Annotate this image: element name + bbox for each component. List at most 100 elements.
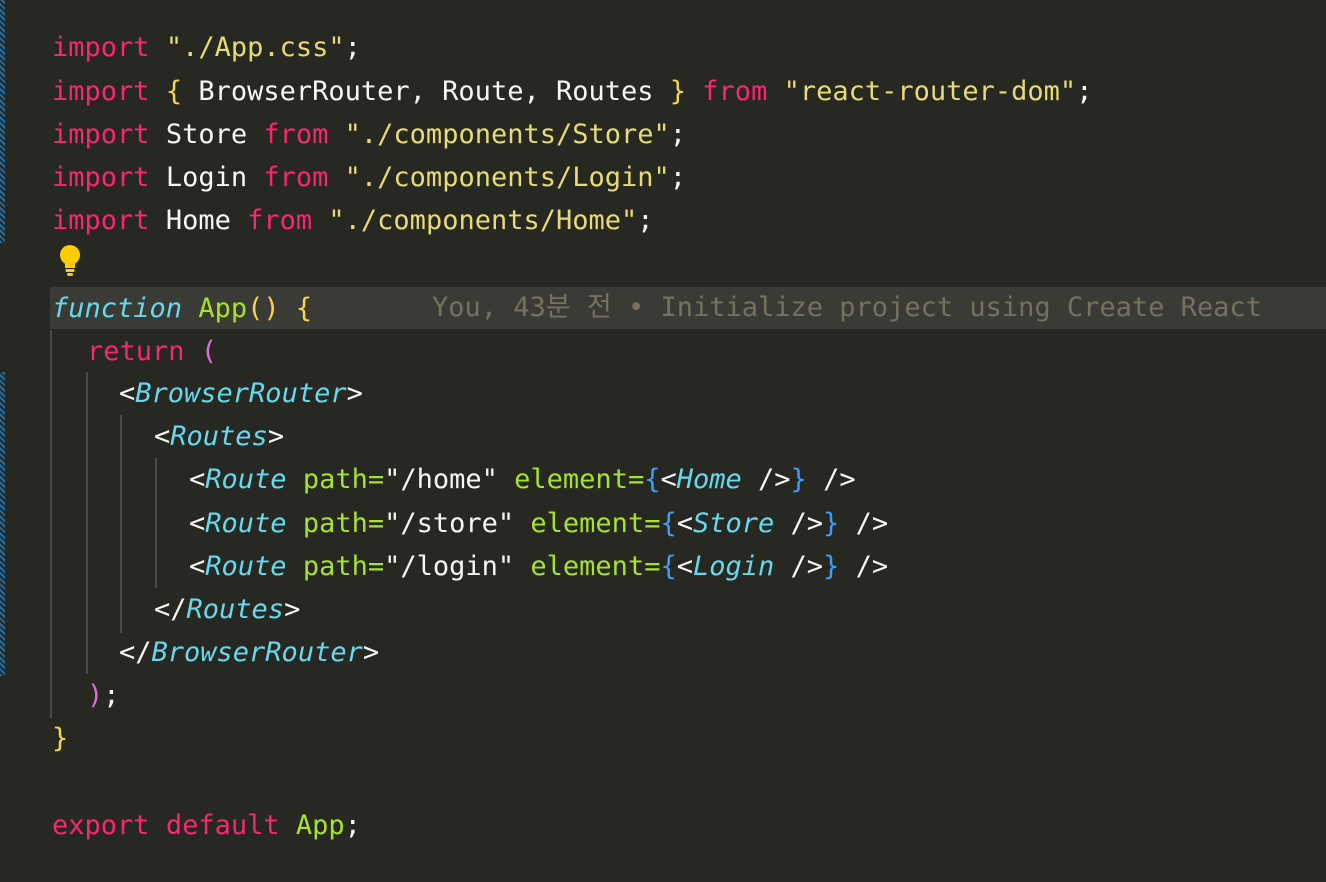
code-line-3[interactable]: import Store from "./components/Store";	[52, 113, 686, 156]
code-line-13[interactable]: <Route path="/login" element={<Login />}…	[189, 545, 888, 588]
code-line-19[interactable]: export default App;	[52, 804, 361, 847]
code-editor[interactable]: import "./App.css"; import { BrowserRout…	[0, 0, 1326, 882]
jsx-tag: Routes	[170, 421, 268, 452]
string: "./components/Store"	[344, 119, 670, 150]
semicolon: ;	[669, 119, 687, 150]
paren: )	[87, 680, 104, 711]
jsx-tag: Store	[692, 508, 775, 539]
keyword: from	[702, 76, 768, 107]
code-line-17[interactable]: }	[52, 717, 68, 760]
jsx-attribute: path=	[302, 508, 385, 539]
keyword: import	[52, 32, 150, 63]
code-line-10[interactable]: <Routes>	[154, 415, 284, 458]
keyword: from	[247, 205, 313, 236]
keyword: import	[52, 119, 150, 150]
jsx-attribute: path=	[302, 551, 385, 582]
brace: {	[660, 551, 677, 582]
keyword: import	[52, 162, 150, 193]
code-line-16[interactable]: );	[87, 674, 120, 717]
keyword: import	[52, 205, 150, 236]
git-blame-annotation[interactable]: You, 43분 전 • Initialize project using Cr…	[432, 287, 1262, 329]
keyword: default	[165, 810, 280, 841]
string: "react-router-dom"	[783, 76, 1077, 107]
tag-open: <	[189, 464, 206, 495]
tag-open: <	[676, 551, 693, 582]
indent-guide	[50, 330, 52, 718]
tag-close: >	[362, 637, 380, 668]
code-line-12[interactable]: <Route path="/store" element={<Store />}…	[189, 502, 888, 545]
tag-open: </	[119, 637, 152, 668]
tag-self-close: />	[839, 551, 889, 582]
jsx-attribute: element=	[530, 508, 661, 539]
attribute-value: "/login"	[384, 551, 515, 582]
code-line-5[interactable]: import Home from "./components/Home";	[52, 199, 654, 242]
lightbulb-icon[interactable]	[58, 244, 82, 278]
attribute-value: "/home"	[384, 464, 498, 495]
semicolon: ;	[637, 205, 654, 236]
code-line-2[interactable]: import { BrowserRouter, Route, Routes } …	[52, 70, 1092, 113]
code-line-9[interactable]: <BrowserRouter>	[119, 372, 363, 415]
tag-open: <	[189, 551, 206, 582]
code-line-11[interactable]: <Route path="/home" element={<Home />} /…	[189, 458, 856, 501]
tag-open: <	[119, 378, 136, 409]
gutter-modified-marker[interactable]	[0, 0, 5, 243]
string: "./components/Login"	[344, 162, 670, 193]
tag-open: <	[676, 508, 693, 539]
jsx-attribute: path=	[302, 464, 385, 495]
identifier: Login	[165, 162, 248, 193]
code-line-15[interactable]: </BrowserRouter>	[119, 631, 379, 674]
semicolon: ;	[669, 162, 687, 193]
semicolon: ;	[1076, 76, 1093, 107]
jsx-attribute: element=	[530, 551, 661, 582]
jsx-tag: Route	[205, 551, 287, 582]
brace: {	[644, 464, 661, 495]
tag-open: <	[154, 421, 171, 452]
code-line-1[interactable]: import "./App.css";	[52, 26, 361, 69]
brace: }	[790, 464, 807, 495]
brace: {	[295, 293, 313, 324]
semicolon: ;	[344, 32, 361, 63]
function-name: App	[198, 293, 248, 324]
keyword: function	[52, 293, 183, 324]
jsx-tag: Route	[205, 508, 287, 539]
brace: {	[165, 76, 183, 107]
import-names: BrowserRouter, Route, Routes	[198, 76, 654, 107]
keyword: export	[52, 810, 150, 841]
tag-self-close: />	[741, 464, 791, 495]
identifier: Store	[165, 119, 248, 150]
string: "./components/Home"	[328, 205, 638, 236]
indent-guide	[155, 458, 157, 588]
tag-close: >	[284, 594, 301, 625]
code-line-8[interactable]: return (	[87, 330, 217, 373]
tag-self-close: />	[774, 508, 824, 539]
code-line-7[interactable]: function App() {	[52, 287, 312, 330]
tag-close: >	[267, 421, 285, 452]
semicolon: ;	[344, 810, 361, 841]
jsx-tag: Home	[676, 464, 742, 495]
brace: }	[823, 508, 840, 539]
code-line-4[interactable]: import Login from "./components/Login";	[52, 156, 686, 199]
jsx-tag: Login	[692, 551, 775, 582]
brace: }	[669, 76, 687, 107]
jsx-attribute: element=	[514, 464, 645, 495]
identifier: Home	[165, 205, 231, 236]
brace: {	[660, 508, 677, 539]
tag-open: </	[154, 594, 187, 625]
jsx-tag: Routes	[186, 594, 285, 625]
parens: ()	[247, 293, 280, 324]
semicolon: ;	[103, 680, 120, 711]
gutter-modified-marker[interactable]	[0, 372, 5, 676]
jsx-tag: BrowserRouter	[135, 378, 347, 409]
tag-self-close: />	[806, 464, 856, 495]
jsx-tag: Route	[205, 464, 287, 495]
string: "./App.css"	[165, 32, 345, 63]
code-line-14[interactable]: </Routes>	[154, 588, 300, 631]
indent-guide	[120, 415, 122, 633]
keyword: from	[263, 162, 329, 193]
jsx-tag: BrowserRouter	[151, 637, 363, 668]
keyword: import	[52, 76, 150, 107]
attribute-value: "/store"	[384, 508, 515, 539]
paren: (	[200, 336, 218, 367]
brace: }	[823, 551, 840, 582]
tag-open: <	[660, 464, 677, 495]
